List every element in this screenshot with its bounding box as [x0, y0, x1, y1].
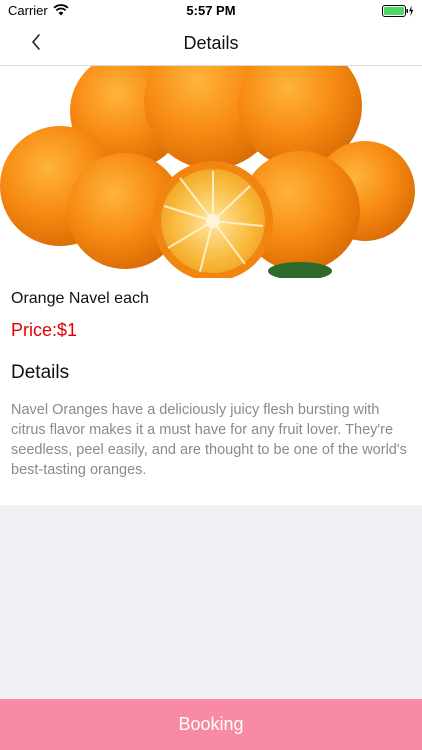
details-description: Navel Oranges have a deliciously juicy f… [11, 402, 407, 478]
oranges-photo [0, 66, 415, 278]
clock: 5:57 PM [186, 3, 236, 18]
product-name: Orange Navel each [11, 290, 149, 307]
details-heading: Details [11, 362, 70, 383]
product-image [0, 66, 422, 278]
page-title: Details [183, 33, 239, 53]
product-price: Price:$1 [11, 320, 78, 340]
navigation-bar: Details [0, 22, 422, 66]
product-detail-card: Orange Navel each Price:$1 Details Navel… [0, 66, 422, 505]
booking-button[interactable]: Booking [0, 699, 422, 750]
status-bar: Carrier 5:57 PM [0, 0, 422, 22]
battery-charging-icon [382, 5, 414, 20]
